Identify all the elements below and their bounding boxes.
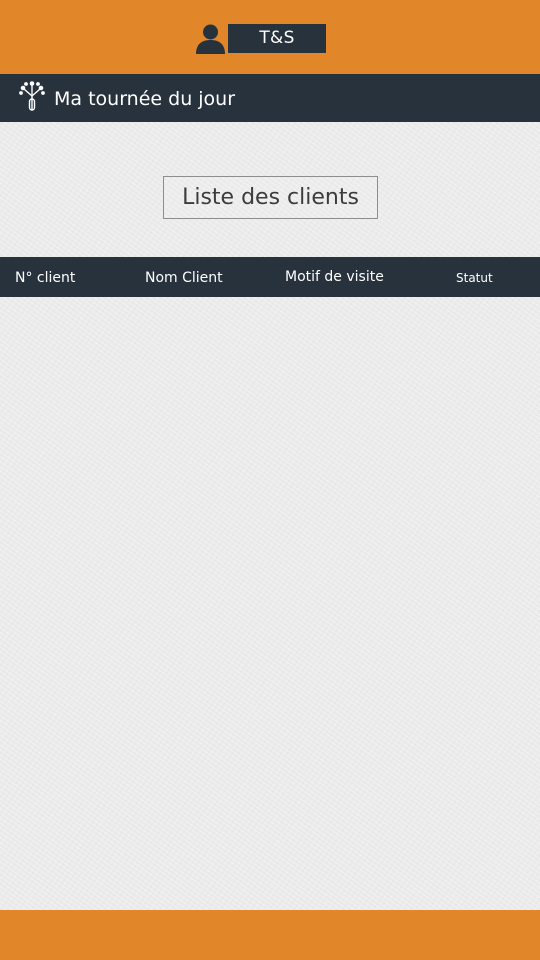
table-header: N° client Nom Client Motif de visite Sta… — [0, 257, 540, 297]
user-badge[interactable]: T&S — [228, 24, 326, 53]
branches-icon — [19, 81, 45, 111]
user-icon[interactable] — [195, 23, 226, 54]
column-header-client-number[interactable]: N° client — [15, 257, 75, 297]
page-title: Ma tournée du jour — [54, 88, 236, 110]
column-header-client-name[interactable]: Nom Client — [145, 257, 223, 297]
table-body — [0, 297, 540, 910]
column-header-status[interactable]: Statut — [456, 257, 493, 297]
top-bar: T&S — [0, 0, 540, 74]
column-header-visit-reason[interactable]: Motif de visite — [285, 257, 384, 297]
title-bar: Ma tournée du jour — [0, 74, 540, 122]
client-list-button[interactable]: Liste des clients — [163, 176, 378, 219]
bottom-bar — [0, 910, 540, 960]
